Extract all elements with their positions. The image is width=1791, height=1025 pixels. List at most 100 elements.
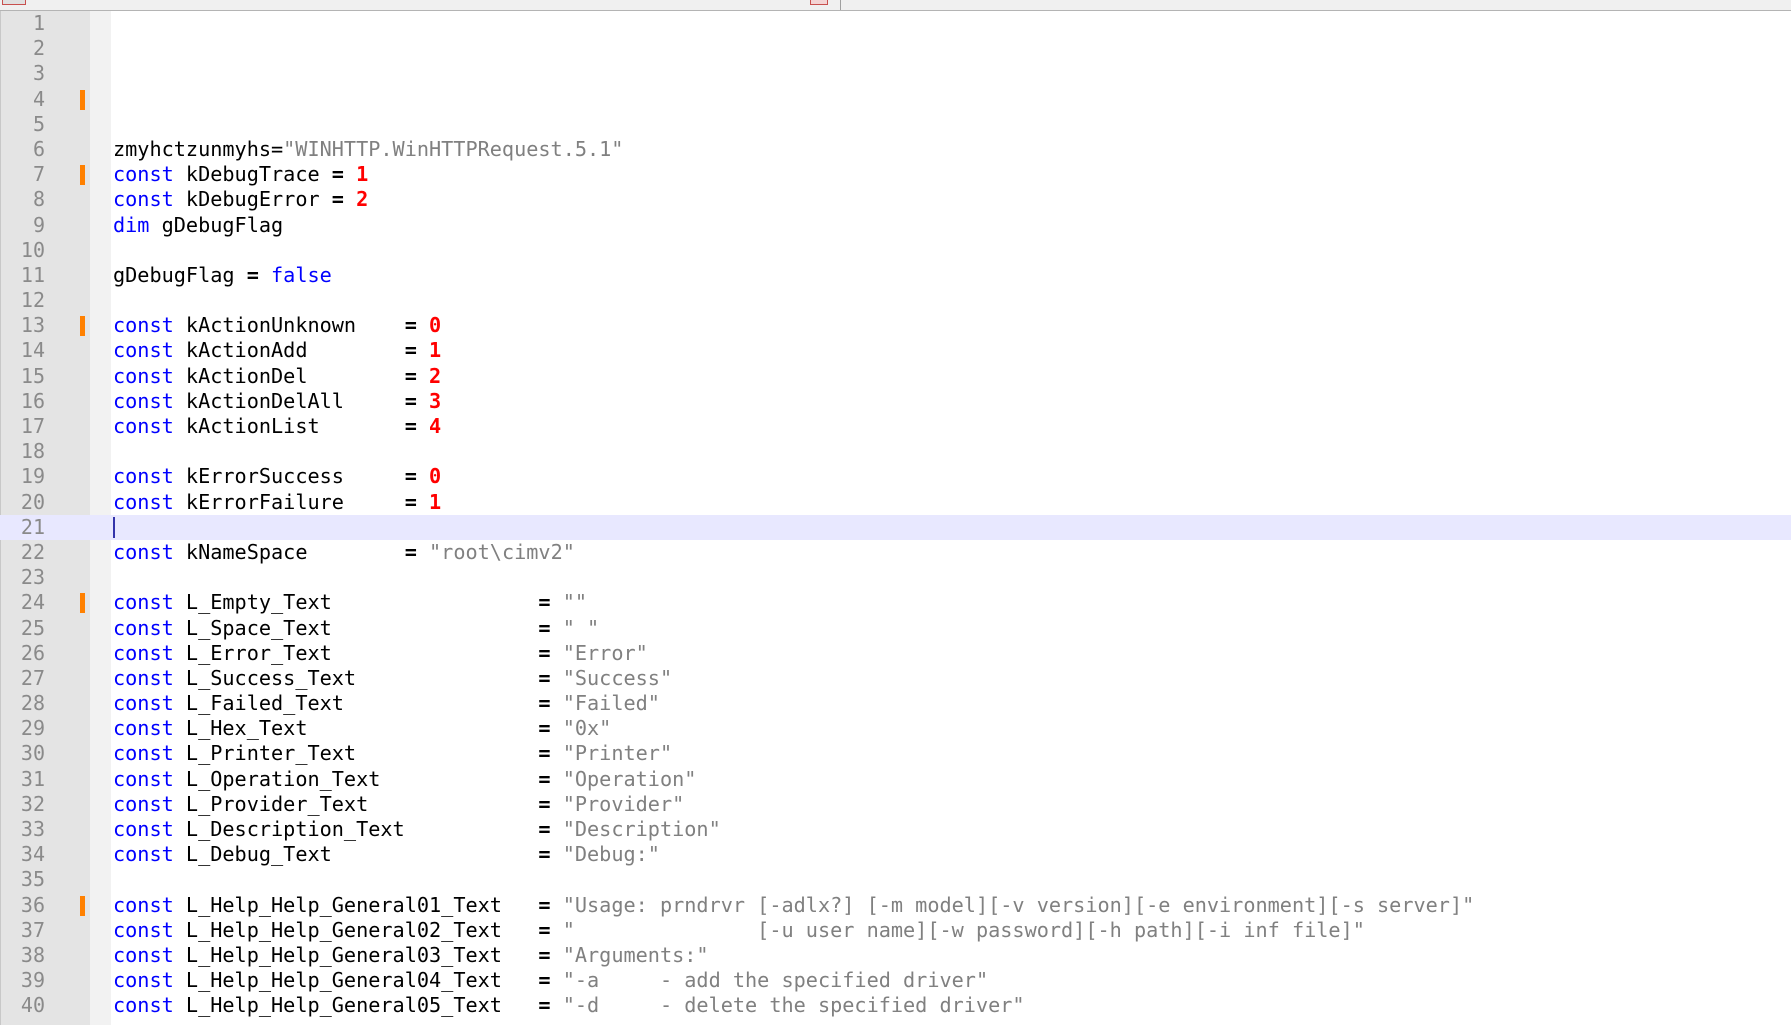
code-text[interactable]: const L_Error_Text = "Error" bbox=[113, 641, 648, 666]
line-number: 33 bbox=[20, 817, 45, 841]
code-line[interactable]: 38 const L_Help_Help_General03_Text = "Ar… bbox=[0, 943, 1791, 968]
code-line[interactable]: 19 const kErrorSuccess = 0 bbox=[0, 464, 1791, 489]
code-text[interactable]: gDebugFlag = false bbox=[113, 263, 332, 288]
file-tab-icon[interactable] bbox=[2, 0, 26, 5]
code-text[interactable]: const kNameSpace = "root\cimv2" bbox=[113, 540, 575, 565]
code-text[interactable]: const L_Printer_Text = "Printer" bbox=[113, 741, 672, 766]
code-line[interactable]: 34 const L_Debug_Text = "Debug:" bbox=[0, 842, 1791, 867]
code-text[interactable]: const L_Help_Help_General03_Text = "Argu… bbox=[113, 943, 709, 968]
code-line[interactable]: 22 const kNameSpace = "root\cimv2" bbox=[0, 540, 1791, 565]
number-token: 3 bbox=[429, 388, 442, 413]
code-text[interactable]: const L_Provider_Text = "Provider" bbox=[113, 792, 684, 817]
string-token: "WINHTTP.WinHTTPRequest.5.1" bbox=[283, 136, 624, 161]
code-line[interactable]: 35 bbox=[0, 867, 1791, 892]
number-token: 1 bbox=[429, 338, 442, 363]
code-line[interactable]: 30 const L_Printer_Text = "Printer" bbox=[0, 741, 1791, 766]
string-token: "Printer" bbox=[562, 741, 673, 766]
code-line[interactable]: 32 const L_Provider_Text = "Provider" bbox=[0, 792, 1791, 817]
code-line[interactable]: 28 const L_Failed_Text = "Failed" bbox=[0, 691, 1791, 716]
code-line[interactable]: 16 const kActionDelAll = 3 bbox=[0, 389, 1791, 414]
identifier-token: L_Space_Text bbox=[173, 615, 539, 640]
line-number: 10 bbox=[20, 237, 45, 262]
string-token: "Debug:" bbox=[562, 842, 660, 867]
code-line[interactable]: 31 const L_Operation_Text = "Operation" bbox=[0, 767, 1791, 792]
code-line[interactable]: 17 const kActionList = 4 bbox=[0, 414, 1791, 439]
identifier-token: gDebugFlag bbox=[113, 262, 247, 287]
code-line[interactable]: 11 gDebugFlag = false bbox=[0, 263, 1791, 288]
code-line[interactable]: 24 const L_Empty_Text = "" bbox=[0, 590, 1791, 615]
code-text[interactable]: const L_Description_Text = "Description" bbox=[113, 817, 721, 842]
line-number: 24 bbox=[20, 590, 45, 615]
code-text[interactable]: const L_Empty_Text = "" bbox=[113, 590, 587, 615]
code-text[interactable]: const L_Space_Text = " " bbox=[113, 616, 599, 641]
operator-token: = bbox=[331, 187, 344, 212]
identifier-token: kDebugTrace bbox=[173, 162, 332, 187]
change-marker bbox=[80, 165, 85, 186]
line-number: 39 bbox=[20, 968, 45, 993]
code-line[interactable]: 37 const L_Help_Help_General02_Text = " [… bbox=[0, 918, 1791, 943]
code-line[interactable]: 7 const kDebugTrace = 1 bbox=[0, 162, 1791, 187]
code-line[interactable]: 13 const kActionUnknown = 0 bbox=[0, 313, 1791, 338]
code-text[interactable]: const kActionUnknown = 0 bbox=[113, 313, 441, 338]
code-line[interactable]: 12 bbox=[0, 288, 1791, 313]
code-text[interactable]: const L_Help_Help_General01_Text = "Usag… bbox=[113, 893, 1474, 918]
code-line[interactable]: 10 bbox=[0, 238, 1791, 263]
code-text[interactable]: const kActionDelAll = 3 bbox=[113, 389, 441, 414]
line-number: 23 bbox=[20, 565, 45, 590]
code-line[interactable]: 20 const kErrorFailure = 1 bbox=[0, 490, 1791, 515]
code-text[interactable]: const L_Success_Text = "Success" bbox=[113, 666, 672, 691]
code-text[interactable]: const L_Help_Help_General05_Text = "-d -… bbox=[113, 993, 1025, 1018]
code-lines[interactable]: 1 2 3 4 5 6 zmyhctzunmyhs="WINHTTP.WinHTTPRequ… bbox=[0, 11, 1791, 1019]
code-line[interactable]: 6 zmyhctzunmyhs="WINHTTP.WinHTTPRequest.5… bbox=[0, 137, 1791, 162]
code-line[interactable]: 23 bbox=[0, 565, 1791, 590]
code-text[interactable]: const kActionDel = 2 bbox=[113, 364, 441, 389]
keyword-token: const bbox=[113, 464, 174, 489]
code-line[interactable]: 33 const L_Description_Text = "Descriptio… bbox=[0, 817, 1791, 842]
keyword-token: const bbox=[113, 414, 174, 438]
code-line[interactable]: 4 bbox=[0, 87, 1791, 112]
code-text[interactable]: const kDebugError = 2 bbox=[113, 187, 368, 212]
code-line[interactable]: 14 const kActionAdd = 1 bbox=[0, 338, 1791, 363]
operator-token: = bbox=[538, 968, 551, 993]
code-line[interactable]: 36 const L_Help_Help_General01_Text = "Us… bbox=[0, 893, 1791, 918]
code-line[interactable]: 15 const kActionDel = 2 bbox=[0, 364, 1791, 389]
code-text[interactable]: dim gDebugFlag bbox=[113, 213, 283, 238]
identifier-token bbox=[551, 741, 563, 765]
code-text[interactable]: const L_Operation_Text = "Operation" bbox=[113, 767, 696, 792]
code-line[interactable]: 9 dim gDebugFlag bbox=[0, 213, 1791, 238]
code-text[interactable]: const kActionList = 4 bbox=[113, 414, 441, 439]
number-token: 0 bbox=[429, 464, 442, 489]
code-line[interactable]: 25 const L_Space_Text = " " bbox=[0, 616, 1791, 641]
code-text[interactable]: const L_Help_Help_General04_Text = "-a -… bbox=[113, 968, 988, 993]
code-line[interactable]: 1 bbox=[0, 11, 1791, 36]
string-token: " [-u user name][-w password][-h path][-… bbox=[562, 917, 1365, 942]
code-text[interactable]: zmyhctzunmyhs="WINHTTP.WinHTTPRequest.5.… bbox=[113, 137, 623, 162]
file-modified-icon[interactable] bbox=[810, 0, 828, 5]
code-line[interactable]: 29 const L_Hex_Text = "0x" bbox=[0, 716, 1791, 741]
code-text[interactable]: const kActionAdd = 1 bbox=[113, 338, 441, 363]
code-line[interactable]: 21 bbox=[0, 514, 1791, 540]
code-line[interactable]: 18 bbox=[0, 439, 1791, 464]
code-line[interactable]: 5 bbox=[0, 112, 1791, 137]
code-line[interactable]: 8 const kDebugError = 2 bbox=[0, 187, 1791, 212]
identifier-token bbox=[417, 338, 429, 362]
code-line[interactable]: 26 const L_Error_Text = "Error" bbox=[0, 641, 1791, 666]
identifier-token: L_Debug_Text bbox=[173, 842, 539, 867]
keyword-token: dim bbox=[113, 212, 150, 237]
identifier-token: zmyhctzunmyhs= bbox=[113, 136, 284, 161]
code-line[interactable]: 39 const L_Help_Help_General04_Text = "-a… bbox=[0, 968, 1791, 993]
code-editor[interactable]: 1 2 3 4 5 6 zmyhctzunmyhs="WINHTTP.WinHTTPRequ… bbox=[0, 0, 1791, 1025]
code-text[interactable]: const kDebugTrace = 1 bbox=[113, 162, 368, 187]
code-text[interactable]: const L_Failed_Text = "Failed" bbox=[113, 691, 660, 716]
code-line[interactable]: 2 bbox=[0, 36, 1791, 61]
code-text[interactable]: const L_Help_Help_General02_Text = " [-u… bbox=[113, 918, 1365, 943]
code-text[interactable]: const kErrorSuccess = 0 bbox=[113, 464, 441, 489]
code-text[interactable]: const L_Debug_Text = "Debug:" bbox=[113, 842, 660, 867]
code-text[interactable]: const L_Hex_Text = "0x" bbox=[113, 716, 611, 741]
code-line[interactable]: 40 const L_Help_Help_General05_Text = "-d… bbox=[0, 993, 1791, 1018]
code-line[interactable]: 3 bbox=[0, 61, 1791, 86]
code-text[interactable]: const kErrorFailure = 1 bbox=[113, 490, 441, 515]
identifier-token: L_Success_Text bbox=[173, 665, 539, 690]
identifier-token: L_Provider_Text bbox=[173, 791, 539, 816]
code-line[interactable]: 27 const L_Success_Text = "Success" bbox=[0, 666, 1791, 691]
